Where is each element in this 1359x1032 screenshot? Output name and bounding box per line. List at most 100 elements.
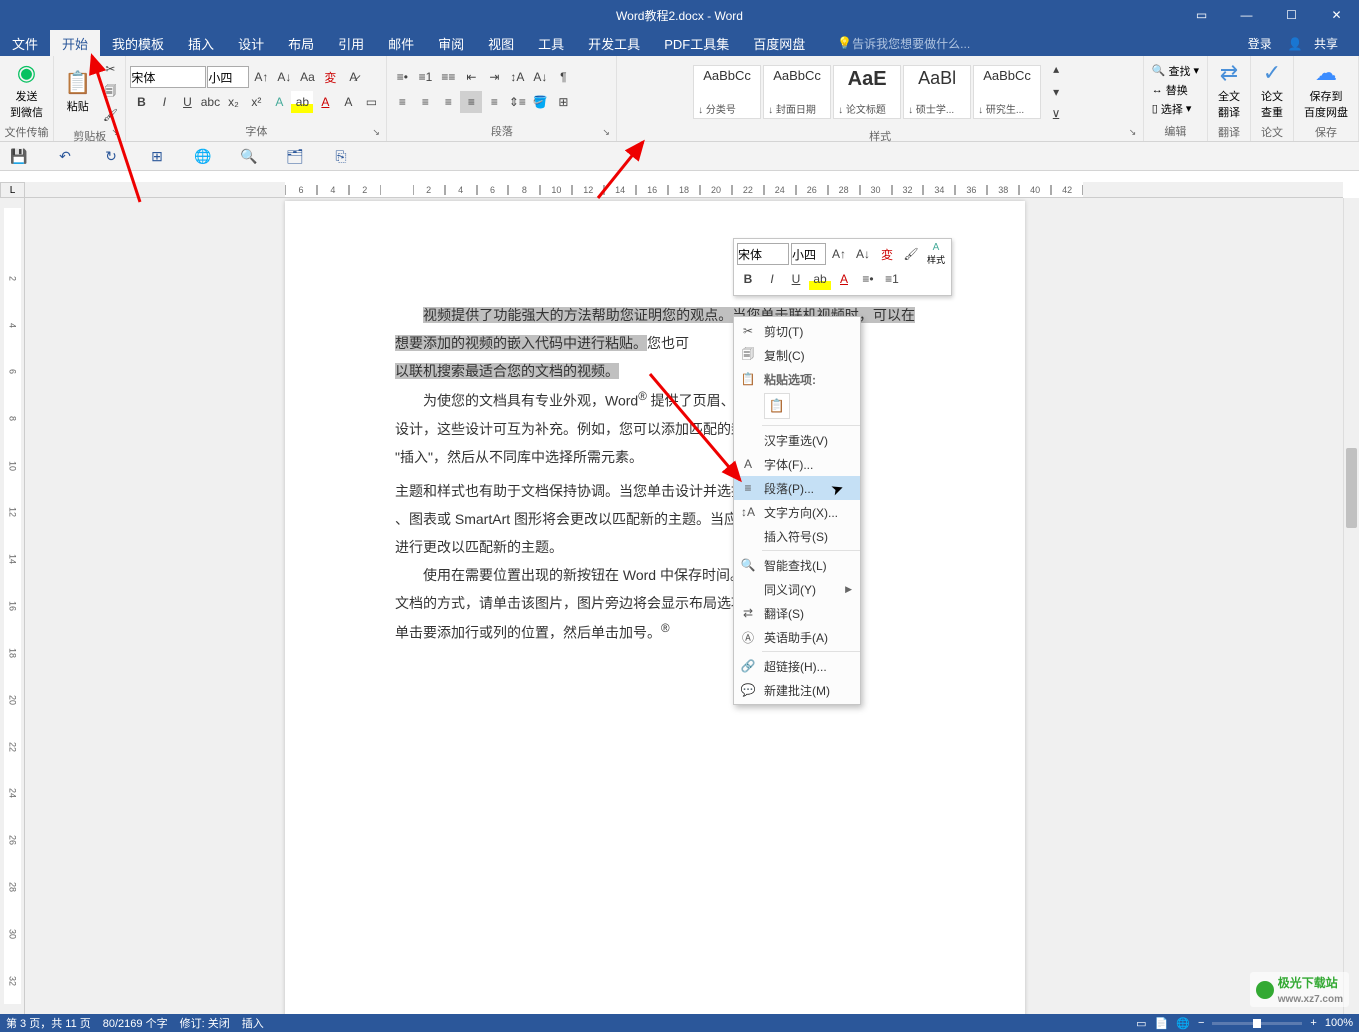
cm-translate[interactable]: ⇄翻译(S): [734, 601, 860, 625]
cm-font[interactable]: A字体(F)...: [734, 452, 860, 476]
multilevel-list-button[interactable]: ≡≡: [437, 66, 459, 88]
save-button[interactable]: 💾: [8, 145, 30, 167]
tab-mailings[interactable]: 邮件: [376, 30, 426, 56]
format-painter-button[interactable]: 🖌: [99, 104, 121, 126]
status-revision[interactable]: 修订: 关闭: [180, 1015, 230, 1031]
tab-baidu[interactable]: 百度网盘: [741, 30, 817, 56]
cut-button[interactable]: ✂: [99, 58, 121, 80]
superscript-button[interactable]: x²: [245, 91, 267, 113]
zoom-slider[interactable]: [1212, 1022, 1302, 1025]
font-name-input[interactable]: [130, 66, 206, 88]
select-button[interactable]: ▯ 选择 ▾: [1148, 100, 1203, 118]
style-1[interactable]: AaBbCc↓ 分类号: [693, 65, 761, 119]
tab-pdf[interactable]: PDF工具集: [652, 30, 741, 56]
cm-text-direction[interactable]: ↕A文字方向(X)...: [734, 500, 860, 524]
mini-bullets[interactable]: ≡•: [857, 268, 879, 290]
char-shading-button[interactable]: A: [337, 91, 359, 113]
mini-font-color[interactable]: A: [833, 268, 855, 290]
text-direction-button[interactable]: ↕A: [506, 66, 528, 88]
mini-styles-button[interactable]: A样式: [924, 242, 948, 266]
close-icon[interactable]: ✕: [1314, 0, 1359, 30]
increase-indent-button[interactable]: ⇥: [483, 66, 505, 88]
find-button[interactable]: 🔍 查找 ▾: [1148, 62, 1203, 80]
justify-button[interactable]: ≡: [460, 91, 482, 113]
strike-button[interactable]: abc: [199, 91, 221, 113]
cm-smart-lookup[interactable]: 🔍智能查找(L): [734, 553, 860, 577]
replace-button[interactable]: ↔ 替换: [1148, 81, 1203, 99]
border-button[interactable]: ⊞: [552, 91, 574, 113]
text-effects-button[interactable]: A: [268, 91, 290, 113]
clipboard-dialog-launcher[interactable]: ↘: [111, 127, 123, 139]
line-spacing-button[interactable]: ⇕≡: [506, 91, 528, 113]
undo-button[interactable]: ↶: [54, 145, 76, 167]
shading-button[interactable]: 🪣: [529, 91, 551, 113]
view-read-mode[interactable]: ▭: [1136, 1017, 1146, 1030]
style-3[interactable]: AaE↓ 论文标题: [833, 65, 901, 119]
mini-numbers[interactable]: ≡1: [881, 268, 903, 290]
zoom-level[interactable]: 100%: [1325, 1017, 1353, 1029]
show-hide-button[interactable]: ¶: [552, 66, 574, 88]
tab-dev[interactable]: 开发工具: [576, 30, 652, 56]
paste-button[interactable]: 📋 粘贴: [58, 60, 97, 124]
cm-hanzi[interactable]: 汉字重选(V): [734, 428, 860, 452]
mini-highlight[interactable]: ab: [809, 268, 831, 290]
qat-btn-6[interactable]: 🔍: [238, 145, 260, 167]
scrollbar-thumb[interactable]: [1346, 448, 1357, 528]
full-translate-button[interactable]: ⇄ 全文翻译: [1212, 58, 1246, 122]
status-page[interactable]: 第 3 页，共 11 页: [6, 1015, 91, 1031]
styles-up-button[interactable]: ▴: [1045, 58, 1067, 80]
ribbon-options-icon[interactable]: ▭: [1179, 0, 1224, 30]
zoom-in[interactable]: +: [1310, 1017, 1316, 1029]
cm-comment[interactable]: 💬新建批注(M): [734, 678, 860, 702]
mini-grow-font[interactable]: A↑: [828, 243, 850, 265]
font-size-input[interactable]: [207, 66, 249, 88]
status-insert[interactable]: 插入: [242, 1015, 264, 1031]
align-left-button[interactable]: ≡: [391, 91, 413, 113]
tab-insert[interactable]: 插入: [176, 30, 226, 56]
tab-tools[interactable]: 工具: [526, 30, 576, 56]
copy-button[interactable]: 🗐: [99, 81, 121, 103]
cm-thesaurus[interactable]: 同义词(Y)▶: [734, 577, 860, 601]
send-to-wechat-button[interactable]: ◉ 发送到微信: [4, 58, 49, 122]
share-button[interactable]: 👤 共享: [1280, 35, 1354, 52]
cm-paragraph[interactable]: ≡段落(P)...: [734, 476, 860, 500]
align-center-button[interactable]: ≡: [414, 91, 436, 113]
tab-layout[interactable]: 布局: [276, 30, 326, 56]
view-web-layout[interactable]: 🌐: [1176, 1017, 1190, 1030]
vertical-ruler[interactable]: 2468101214161820222426283032: [0, 198, 25, 1014]
paste-keep-source[interactable]: 📋: [764, 393, 790, 419]
tab-references[interactable]: 引用: [326, 30, 376, 56]
highlight-button[interactable]: ab: [291, 91, 313, 113]
style-5[interactable]: AaBbCc↓ 研究生...: [973, 65, 1041, 119]
cm-hyperlink[interactable]: 🔗超链接(H)...: [734, 654, 860, 678]
tell-me-input[interactable]: 💡 告诉我您想要做什么...: [817, 30, 970, 56]
font-dialog-launcher[interactable]: ↘: [372, 127, 384, 139]
login-button[interactable]: 登录: [1240, 35, 1280, 52]
grow-font-button[interactable]: A↑: [250, 66, 272, 88]
cm-symbol[interactable]: 插入符号(S): [734, 524, 860, 548]
mini-italic[interactable]: I: [761, 268, 783, 290]
tab-design[interactable]: 设计: [226, 30, 276, 56]
qat-btn-4[interactable]: ⊞: [146, 145, 168, 167]
maximize-icon[interactable]: ☐: [1269, 0, 1314, 30]
mini-font-name[interactable]: [737, 243, 789, 265]
align-right-button[interactable]: ≡: [437, 91, 459, 113]
styles-more-button[interactable]: ⊻: [1045, 104, 1067, 126]
zoom-out[interactable]: −: [1198, 1017, 1204, 1029]
status-words[interactable]: 80/2169 个字: [103, 1015, 168, 1031]
style-4[interactable]: AaBl↓ 硕士学...: [903, 65, 971, 119]
tab-view[interactable]: 视图: [476, 30, 526, 56]
styles-down-button[interactable]: ▾: [1045, 81, 1067, 103]
qat-btn-5[interactable]: 🌐: [192, 145, 214, 167]
cm-english[interactable]: Ⓐ英语助手(A): [734, 625, 860, 649]
underline-button[interactable]: U: [176, 91, 198, 113]
mini-underline[interactable]: U: [785, 268, 807, 290]
mini-format-painter[interactable]: 🖌: [900, 243, 922, 265]
tab-my-templates[interactable]: 我的模板: [100, 30, 176, 56]
tab-review[interactable]: 审阅: [426, 30, 476, 56]
cm-copy[interactable]: 🗐复制(C): [734, 343, 860, 367]
horizontal-ruler[interactable]: 6422468101214161820222426283032343638404…: [25, 182, 1343, 198]
styles-dialog-launcher[interactable]: ↘: [1129, 127, 1141, 139]
paper-check-button[interactable]: ✓ 论文查重: [1255, 58, 1289, 122]
phonetic-button[interactable]: 変: [319, 66, 341, 88]
